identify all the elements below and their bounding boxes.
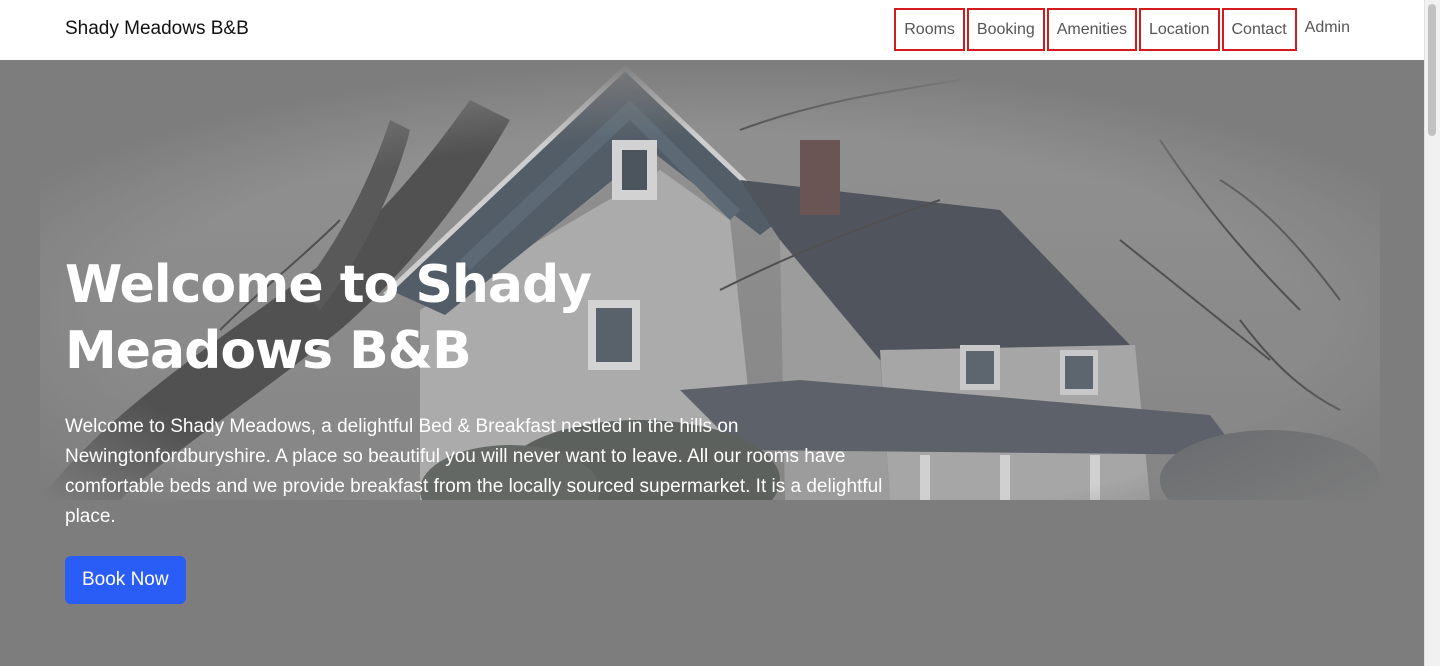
- hero-section: Welcome to Shady Meadows B&B Welcome to …: [0, 60, 1425, 666]
- nav-link-admin[interactable]: Admin: [1297, 8, 1352, 51]
- nav-links: Rooms Booking Amenities Location Contact…: [892, 8, 1352, 51]
- brand-link[interactable]: Shady Meadows B&B: [65, 18, 249, 40]
- nav-link-contact[interactable]: Contact: [1221, 8, 1297, 51]
- top-navbar: Shady Meadows B&B Rooms Booking Amenitie…: [0, 0, 1425, 60]
- nav-link-location[interactable]: Location: [1139, 8, 1220, 51]
- hero-description: Welcome to Shady Meadows, a delightful B…: [65, 416, 883, 527]
- hero-title: Welcome to Shady Meadows B&B: [65, 255, 592, 381]
- page-scrollbar[interactable]: [1424, 0, 1440, 666]
- scrollbar-thumb[interactable]: [1428, 4, 1436, 136]
- book-now-button[interactable]: Book Now: [65, 556, 186, 604]
- nav-link-booking[interactable]: Booking: [966, 8, 1045, 51]
- page: Shady Meadows B&B Rooms Booking Amenitie…: [0, 0, 1440, 666]
- hero-content: Welcome to Shady Meadows B&B Welcome to …: [65, 252, 915, 604]
- nav-link-rooms[interactable]: Rooms: [894, 8, 965, 51]
- nav-link-amenities[interactable]: Amenities: [1046, 8, 1137, 51]
